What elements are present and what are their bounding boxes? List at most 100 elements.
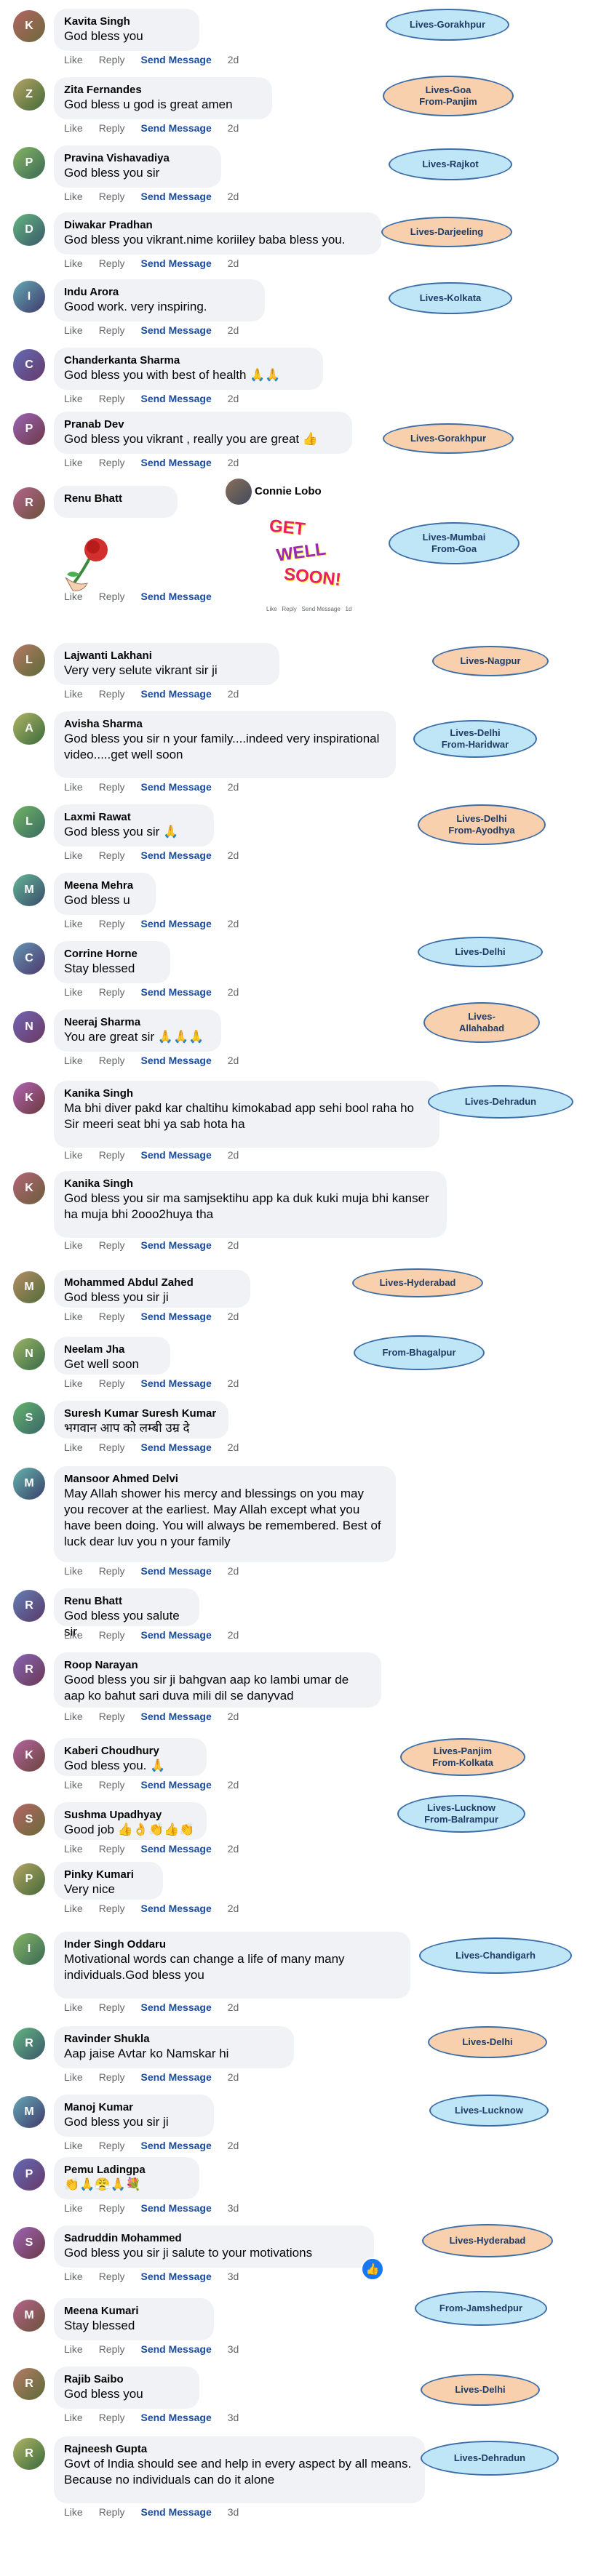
reply-button[interactable]: Reply [99, 1779, 125, 1791]
commenter-name[interactable]: Pravina Vishavadiya [64, 151, 211, 165]
send-message-button[interactable]: Send Message [140, 1843, 211, 1855]
commenter-name[interactable]: Pranab Dev [64, 417, 342, 431]
reply-button[interactable]: Reply [99, 781, 125, 793]
reply-button[interactable]: Reply [99, 2071, 125, 2083]
avatar[interactable]: I [13, 281, 45, 313]
like-button[interactable]: Like [64, 2001, 83, 2013]
reply-button[interactable]: Reply [99, 2506, 125, 2518]
like-button[interactable]: Like [64, 393, 83, 404]
send-message-button[interactable]: Send Message [140, 1239, 211, 1251]
commenter-name[interactable]: Zita Fernandes [64, 83, 262, 97]
send-message-button[interactable]: Send Message [140, 918, 211, 929]
send-message-button[interactable]: Send Message [140, 2202, 211, 2214]
reply-button[interactable]: Reply [99, 1629, 125, 1641]
send-message-button[interactable]: Send Message [140, 849, 211, 861]
reply-button[interactable]: Reply [99, 2343, 125, 2355]
like-button[interactable]: Like [64, 257, 83, 269]
send-message-button[interactable]: Send Message [140, 257, 211, 269]
reply-button[interactable]: Reply [99, 54, 125, 65]
reply-button[interactable]: Reply [99, 1055, 125, 1066]
avatar[interactable]: R [13, 487, 45, 519]
avatar[interactable]: A [13, 713, 45, 745]
like-button[interactable]: Like [64, 1711, 83, 1722]
avatar[interactable]: I [13, 1933, 45, 1965]
commenter-name[interactable]: Sushma Upadhyay [64, 1808, 196, 1822]
like-button[interactable]: Like [64, 688, 83, 700]
send-message-button[interactable]: Send Message [140, 2412, 211, 2423]
reply-button[interactable]: Reply [99, 1843, 125, 1855]
reply-button[interactable]: Reply [99, 2001, 125, 2013]
send-message-button[interactable]: Send Message [140, 122, 211, 134]
reply-button[interactable]: Reply [99, 1565, 125, 1577]
avatar[interactable]: P [13, 1863, 45, 1895]
send-message-button[interactable]: Send Message [140, 2071, 211, 2083]
commenter-name[interactable]: Rajneesh Gupta [64, 2442, 415, 2456]
send-message-button[interactable]: Send Message [140, 1903, 211, 1914]
commenter-name[interactable]: Mansoor Ahmed Delvi [64, 1472, 386, 1486]
commenter-name[interactable]: Meena Kumari [64, 2304, 204, 2318]
like-button[interactable]: Like [64, 2271, 83, 2282]
send-message-button[interactable]: Send Message [140, 2271, 211, 2282]
send-message-button[interactable]: Send Message [140, 986, 211, 998]
avatar[interactable]: N [13, 1011, 45, 1043]
avatar[interactable]: K [13, 1172, 45, 1204]
like-button[interactable]: Like [64, 1311, 83, 1322]
reply-button[interactable]: Reply [99, 591, 125, 602]
avatar[interactable]: L [13, 644, 45, 676]
send-message-button[interactable]: Send Message [140, 457, 211, 468]
reply-button[interactable]: Reply [99, 1377, 125, 1389]
commenter-name[interactable]: Mohammed Abdul Zahed [64, 1276, 240, 1289]
like-button[interactable]: Like [64, 54, 83, 65]
like-button[interactable]: Like [64, 986, 83, 998]
avatar[interactable]: C [13, 943, 45, 975]
send-message-button[interactable]: Send Message [140, 2506, 211, 2518]
commenter-name[interactable]: Inder Singh Oddaru [64, 1937, 400, 1951]
commenter-name[interactable]: Meena Mehra [64, 879, 146, 892]
reply-button[interactable]: Reply [99, 191, 125, 202]
send-message-button[interactable]: Send Message [140, 688, 211, 700]
like-button[interactable]: Like [64, 591, 83, 602]
send-message-button[interactable]: Send Message [140, 1711, 211, 1722]
reply-button[interactable]: Reply [99, 122, 125, 134]
commenter-name[interactable]: Avisha Sharma [64, 717, 386, 731]
send-message-button[interactable]: Send Message [140, 1311, 211, 1322]
reply-button[interactable]: Reply [99, 849, 125, 861]
reply-button[interactable]: Reply [99, 2140, 125, 2151]
send-message-button[interactable]: Send Message [140, 1149, 211, 1161]
like-button[interactable]: Like [64, 1565, 83, 1577]
avatar[interactable]: S [13, 2227, 45, 2259]
avatar[interactable]: R [13, 2438, 45, 2470]
avatar[interactable]: M [13, 2300, 45, 2332]
commenter-name[interactable]: Renu Bhatt [64, 492, 167, 505]
like-button[interactable]: Like [64, 849, 83, 861]
avatar[interactable]: R [13, 1590, 45, 1622]
commenter-name[interactable]: Roop Narayan [64, 1658, 371, 1672]
send-message-button[interactable]: Send Message [140, 393, 211, 404]
avatar[interactable]: L [13, 806, 45, 838]
commenter-name[interactable]: Renu Bhatt [64, 1594, 189, 1608]
reply-button[interactable]: Reply [99, 1711, 125, 1722]
avatar[interactable]: Z [13, 79, 45, 111]
like-button[interactable]: Like [64, 2412, 83, 2423]
commenter-name[interactable]: Sadruddin Mohammed [64, 2231, 364, 2245]
like-button[interactable]: Like [64, 1843, 83, 1855]
send-message-button[interactable]: Send Message [140, 1629, 211, 1641]
avatar[interactable]: M [13, 874, 45, 906]
send-message-button[interactable]: Send Message [140, 324, 211, 336]
commenter-name[interactable]: Pinky Kumari [64, 1868, 153, 1881]
send-message-button[interactable]: Send Message [140, 1377, 211, 1389]
reply-button[interactable]: Reply [99, 2271, 125, 2282]
reply-button[interactable]: Reply [99, 2202, 125, 2214]
like-button[interactable]: Like [64, 324, 83, 336]
like-button[interactable]: Like [64, 2140, 83, 2151]
like-button[interactable]: Like [64, 2343, 83, 2355]
avatar[interactable]: M [13, 1271, 45, 1303]
avatar[interactable]: N [13, 1338, 45, 1370]
like-button[interactable]: Like [64, 1377, 83, 1389]
reply-button[interactable]: Reply [99, 2412, 125, 2423]
reply-button[interactable]: Reply [99, 324, 125, 336]
like-button[interactable]: Like [64, 918, 83, 929]
avatar[interactable]: R [13, 2028, 45, 2060]
send-message-button[interactable]: Send Message [140, 54, 211, 65]
avatar[interactable]: C [13, 349, 45, 381]
